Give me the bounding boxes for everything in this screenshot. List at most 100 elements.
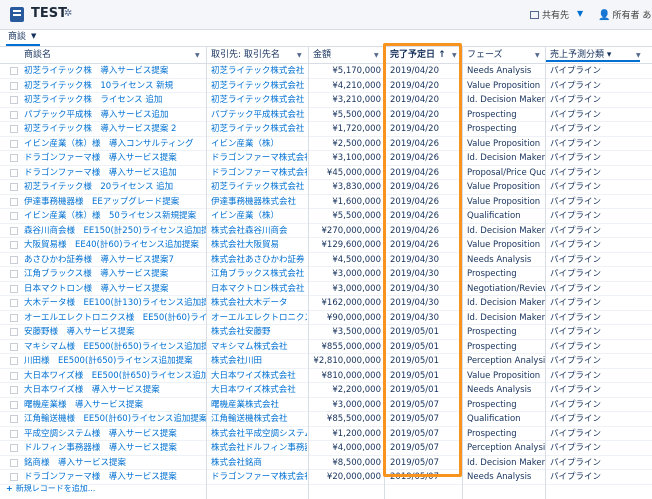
cell-opportunity-name[interactable]: あさひかわ証券様 導入サービス提案7 (20, 253, 206, 267)
cell-account-name[interactable]: ドラゴンファーマ株式会社 (207, 151, 307, 165)
row-checkbox[interactable] (10, 168, 18, 177)
row-checkbox[interactable] (10, 371, 18, 380)
table-row[interactable]: 日本マクトロン様 導入サービス提案 日本マクトロン株式会社 ¥3,000,000 20… (0, 282, 652, 296)
table-row[interactable]: 大木データ様 EE100(計130)ライセンス追加提案 株式会社大木データ ¥162… (0, 296, 652, 311)
cell-account-name[interactable]: パブテック平成株式会社 (207, 108, 307, 122)
cell-opportunity-name[interactable]: ドラゴンファーマ様 導入サービス提案 (20, 470, 206, 484)
table-row[interactable]: ドラゴンファーマ様 導入サービス提案 ドラゴンファーマ株式会社 ¥3,100,000… (0, 151, 652, 166)
chevron-down-icon[interactable]: ▼ (195, 52, 200, 59)
cell-opportunity-name[interactable]: 森谷川商会様 EE150(計250)ライセンス追加提案 (20, 224, 206, 238)
row-checkbox[interactable] (10, 110, 18, 119)
cell-account-name[interactable]: 伊達事務機器株式会社 (207, 195, 307, 209)
table-row[interactable]: マキシマム様 EE500(計650)ライセンス追加提案 マキシマム株式会社 ¥855… (0, 340, 652, 354)
table-row[interactable]: 初芝ライテック株 ライセンス 追加 初芝ライテック株式会社 ¥3,210,000 20… (0, 93, 652, 108)
cell-account-name[interactable]: 株式会社川田 (207, 354, 307, 368)
cell-opportunity-name[interactable]: パブテック平成株 導入サービス追加 (20, 108, 206, 122)
row-checkbox[interactable] (10, 81, 18, 90)
cell-opportunity-name[interactable]: 江角ブラックス様 導入サービス提案 (20, 267, 206, 281)
cell-account-name[interactable]: 株式会社銘商 (207, 456, 307, 470)
table-row[interactable]: 伊達事務機器様 EEアップグレード提案 伊達事務機器株式会社 ¥1,600,000 2… (0, 195, 652, 209)
chevron-down-icon[interactable]: ▼ (577, 9, 583, 18)
cell-account-name[interactable]: 日本マクトロン株式会社 (207, 282, 307, 296)
cell-opportunity-name[interactable]: 曙機産業様 導入サービス提案 (20, 398, 206, 412)
cell-opportunity-name[interactable]: 大木データ様 EE100(計130)ライセンス追加提案 (20, 296, 206, 310)
table-row[interactable]: 初芝ライテック株 導入サービス提案 初芝ライテック株式会社 ¥5,170,000 20… (0, 64, 652, 79)
add-new-record-link[interactable]: + 新規レコードを追加... (6, 483, 95, 494)
row-checkbox[interactable] (10, 212, 18, 220)
cell-opportunity-name[interactable]: 初芝ライテック株 10ライセンス 新規 (20, 79, 206, 93)
cell-opportunity-name[interactable]: 平成空調システム様 導入サービス提案 (20, 427, 206, 441)
table-row[interactable]: 銘商様 導入サービス提案 株式会社銘商 ¥8,500,000 2019/05/07 Id… (0, 456, 652, 470)
cell-opportunity-name[interactable]: イビン産業（株）様 50ライセンス新規提案 (20, 209, 206, 223)
cell-account-name[interactable]: 株式会社森谷川商会 (207, 224, 307, 238)
cell-account-name[interactable]: ドラゴンファーマ株式会社 (207, 470, 307, 484)
row-checkbox[interactable] (10, 328, 18, 336)
table-row[interactable]: 江角輸送機様 EE50(計60)ライセンス追加提案 江角輸送機株式会社 ¥85,50… (0, 412, 652, 427)
row-checkbox[interactable] (10, 96, 18, 104)
table-row[interactable]: パブテック平成株 導入サービス追加 パブテック平成株式会社 ¥5,500,000 20… (0, 108, 652, 122)
table-row[interactable]: あさひかわ証券様 導入サービス提案7 株式会社あさひかわ証券 ¥4,500,000 2… (0, 253, 652, 267)
row-checkbox[interactable] (10, 270, 18, 278)
row-checkbox[interactable] (10, 444, 18, 452)
row-checkbox[interactable] (10, 241, 18, 249)
cell-opportunity-name[interactable]: イビン産業（株）様 導入コンサルティング (20, 137, 206, 151)
cell-account-name[interactable]: 株式会社安藤野 (207, 325, 307, 339)
cell-opportunity-name[interactable]: 江角輸送機様 EE50(計60)ライセンス追加提案 (20, 412, 206, 426)
row-checkbox[interactable] (10, 284, 18, 293)
column-header-opportunity-name[interactable]: 商談名 (20, 47, 205, 64)
row-checkbox[interactable] (10, 255, 18, 264)
row-checkbox[interactable] (10, 313, 18, 322)
owner-field[interactable]: 👤所有者 あな (598, 8, 652, 21)
cell-account-name[interactable]: イビン産業（株） (207, 137, 307, 151)
column-header-amount[interactable]: 金額 (309, 47, 383, 64)
cell-account-name[interactable]: 曙機産業株式会社 (207, 398, 307, 412)
cell-account-name[interactable]: 初芝ライテック株式会社 (207, 64, 307, 78)
table-row[interactable]: 江角ブラックス様 導入サービス提案 江角ブラックス株式会社 ¥3,000,000 20… (0, 267, 652, 282)
column-header-account-name[interactable]: 取引先: 取引先名 (207, 47, 307, 64)
gear-icon[interactable]: ✲ (64, 8, 72, 19)
row-checkbox[interactable] (10, 386, 18, 394)
row-checkbox[interactable] (10, 197, 18, 206)
cell-account-name[interactable]: オーエルエレクトロニクス株... (207, 311, 307, 325)
row-checkbox[interactable] (10, 226, 18, 235)
table-row[interactable]: イビン産業（株）様 50ライセンス新規提案 イビン産業（株） ¥5,500,000 2… (0, 209, 652, 224)
table-row[interactable]: 森谷川商会様 EE150(計250)ライセンス追加提案 株式会社森谷川商会 ¥270… (0, 224, 652, 238)
cell-account-name[interactable]: 株式会社平成空調システム (207, 427, 307, 441)
cell-opportunity-name[interactable]: 大日本ワイズ様 導入サービス提案 (20, 383, 206, 397)
cell-account-name[interactable]: 大日本ワイズ株式会社 (207, 383, 307, 397)
table-row[interactable]: イビン産業（株）様 導入コンサルティング イビン産業（株） ¥2,500,000 20… (0, 137, 652, 151)
table-row[interactable]: ドルフィン事務器様 導入サービス提案 株式会社ドルフィン事務器 ¥4,000,000… (0, 441, 652, 456)
cell-account-name[interactable]: 初芝ライテック株式会社 (207, 79, 307, 93)
cell-account-name[interactable]: 大日本ワイズ株式会社 (207, 369, 307, 383)
column-header-stage[interactable]: フェーズ (463, 47, 545, 64)
table-row[interactable]: 川田様 EE500(計650)ライセンス追加提案 株式会社川田 ¥2,810,000… (0, 354, 652, 369)
row-checkbox[interactable] (10, 429, 18, 438)
cell-opportunity-name[interactable]: 初芝ライテック株 ライセンス 追加 (20, 93, 206, 107)
cell-account-name[interactable]: 初芝ライテック株式会社 (207, 180, 307, 194)
table-row[interactable]: 初芝ライテック様 20ライセンス 追加 初芝ライテック株式会社 ¥3,830,000… (0, 180, 652, 195)
cell-opportunity-name[interactable]: マキシマム様 EE500(計650)ライセンス追加提案 (20, 340, 206, 354)
row-checkbox[interactable] (10, 299, 18, 307)
table-row[interactable]: 大日本ワイズ様 導入サービス提案 大日本ワイズ株式会社 ¥2,200,000 2019… (0, 383, 652, 398)
row-checkbox[interactable] (10, 473, 18, 481)
column-header-close-date[interactable]: 完了予定日 ↑ (386, 47, 462, 64)
cell-opportunity-name[interactable]: オーエルエレクトロニクス様 EE50(計60)ライセンス... (20, 311, 206, 325)
row-checkbox[interactable] (10, 154, 18, 162)
cell-opportunity-name[interactable]: ドラゴンファーマ様 導入サービス提案 (20, 151, 206, 165)
cell-opportunity-name[interactable]: 初芝ライテック株 導入サービス提案 2 (20, 122, 206, 136)
cell-account-name[interactable]: 株式会社ドルフィン事務器 (207, 441, 307, 455)
table-row[interactable]: ドラゴンファーマ様 導入サービス提案 ドラゴンファーマ株式会社 ¥20,000,00… (0, 470, 652, 485)
cell-account-name[interactable]: 江角輸送機株式会社 (207, 412, 307, 426)
row-checkbox[interactable] (10, 458, 18, 467)
row-checkbox[interactable] (10, 67, 18, 75)
cell-opportunity-name[interactable]: ドルフィン事務器様 導入サービス提案 (20, 441, 206, 455)
table-row[interactable]: 初芝ライテック株 10ライセンス 新規 初芝ライテック株式会社 ¥4,210,000… (0, 79, 652, 93)
cell-account-name[interactable]: 初芝ライテック株式会社 (207, 122, 307, 136)
share-button[interactable]: 共有先 (530, 8, 569, 21)
row-checkbox[interactable] (10, 357, 18, 365)
row-checkbox[interactable] (10, 125, 18, 133)
cell-account-name[interactable]: 江角ブラックス株式会社 (207, 267, 307, 281)
table-row[interactable]: 初芝ライテック株 導入サービス提案 2 初芝ライテック株式会社 ¥1,720,000… (0, 122, 652, 137)
cell-opportunity-name[interactable]: 安藤野様 導入サービス提案 (20, 325, 206, 339)
cell-opportunity-name[interactable]: ドラゴンファーマ様 導入サービス追加 (20, 166, 206, 180)
